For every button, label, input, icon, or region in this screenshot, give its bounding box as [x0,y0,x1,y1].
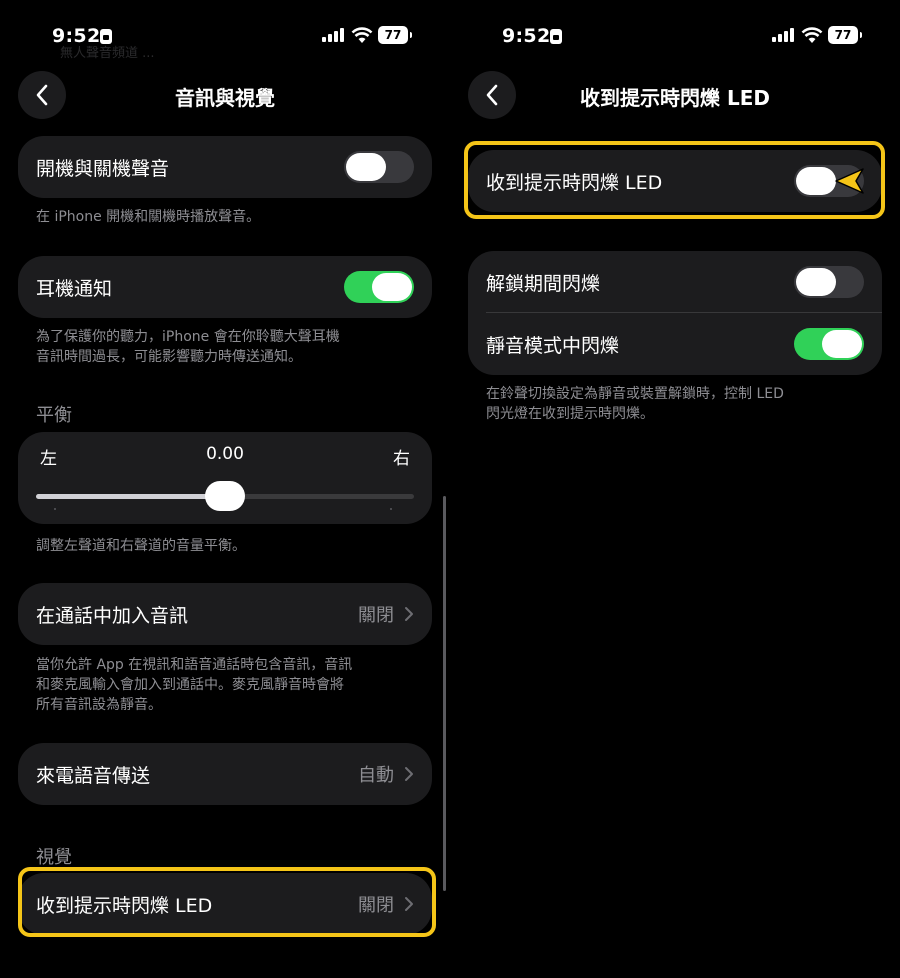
call-routing-row[interactable]: 來電語音傳送 自動 [18,743,432,805]
footer-line: 所有音訊設為靜音。 [36,697,162,713]
footer-line: 音訊時間過長，可能影響聽力時傳送通知。 [36,349,302,365]
balance-labels: 左 0.00 右 [40,444,410,469]
footer-line: 當你允許 App 在視訊和語音通話時包含音訊，音訊 [36,657,353,673]
startup-sound-toggle[interactable] [344,151,414,183]
footer-line: 和麥克風輸入會加入到通話中。麥克風靜音時會將 [36,677,344,693]
flash-unlocked-label: 解鎖期間閃爍 [486,272,601,295]
startup-sound-label: 開機與關機聲音 [36,157,170,180]
highlight-box [18,867,436,937]
clock: 9:52 [52,25,101,47]
headphone-notifications-toggle[interactable] [344,271,414,303]
toggle-knob [822,330,862,358]
toggle-knob [346,153,386,181]
headphone-notifications-group: 耳機通知 [18,256,432,318]
slider-tick [390,508,392,510]
headphone-notifications-footer: 為了保護你的聽力，iPhone 會在你聆聽大聲耳機 音訊時間過長，可能影響聽力時… [36,327,416,367]
balance-footer: 調整左聲道和右聲道的音量平衡。 [36,538,246,554]
page-title: 音訊與視覺 [175,86,275,110]
footer-line: 在鈴聲切換設定為靜音或裝置解鎖時，控制 LED [486,386,784,402]
flash-options-footer: 在鈴聲切換設定為靜音或裝置解鎖時，控制 LED 閃光燈在收到提示時閃爍。 [486,384,866,424]
call-routing-value: 自動 [358,765,394,786]
toggle-knob [372,273,412,301]
status-bar: 9:52 77 [0,22,450,52]
toggle-knob [796,268,836,296]
status-bar: 9:52 77 [450,22,900,52]
footer-line: 閃光燈在收到提示時閃爍。 [486,406,654,422]
balance-header: 平衡 [36,405,72,426]
call-audio-label: 在通話中加入音訊 [36,604,189,627]
battery-icon: 77 [378,26,412,44]
page-title: 收到提示時閃爍 LED [580,86,770,110]
headphone-notifications-label: 耳機通知 [36,277,113,300]
chevron-right-icon [405,607,413,621]
cellular-signal-icon [772,28,796,42]
balance-slider-thumb[interactable] [205,481,245,511]
balance-value: 0.00 [206,444,244,464]
startup-sound-row: 開機與關機聲音 [18,136,432,198]
call-audio-row[interactable]: 在通話中加入音訊 關閉 [18,583,432,645]
wifi-icon [801,27,823,43]
right-screen: 9:52 77 收到提示時閃爍 LED 收到提示時閃爍 LED 解鎖期間閃爍 靜… [450,0,900,978]
startup-sound-group: 開機與關機聲音 [18,136,432,198]
clock: 9:52 [502,25,551,47]
left-screen: 無人聲音頻道 ... 9:52 77 音訊與視覺 開機與關機聲音 在 iPhon… [0,0,450,978]
headphone-notifications-row: 耳機通知 [18,256,432,318]
call-routing-group: 來電語音傳送 自動 [18,743,432,805]
flash-unlocked-row: 解鎖期間閃爍 [468,251,882,313]
id-badge-icon [100,29,112,44]
flash-silent-label: 靜音模式中閃爍 [486,334,620,357]
call-audio-group: 在通話中加入音訊 關閉 [18,583,432,645]
wifi-icon [351,27,373,43]
call-audio-footer: 當你允許 App 在視訊和語音通話時包含音訊，音訊 和麥克風輸入會加入到通話中。… [36,655,416,715]
id-badge-icon [550,29,562,44]
chevron-right-icon [405,767,413,781]
cellular-signal-icon [322,28,346,42]
footer-line: 為了保護你的聽力，iPhone 會在你聆聽大聲耳機 [36,329,340,345]
balance-right-label: 右 [392,449,410,469]
flash-silent-row: 靜音模式中閃爍 [468,313,882,375]
flash-options-group: 解鎖期間閃爍 靜音模式中閃爍 [468,251,882,375]
flash-silent-toggle[interactable] [794,328,864,360]
call-routing-label: 來電語音傳送 [36,764,151,787]
flash-unlocked-toggle[interactable] [794,266,864,298]
balance-slider-fill [36,494,225,499]
balance-left-label: 左 [40,449,57,469]
startup-sound-footer: 在 iPhone 開機和關機時播放聲音。 [36,209,261,225]
slider-tick [54,508,56,510]
highlight-box [464,141,885,219]
call-audio-value: 關閉 [358,605,394,626]
battery-icon: 77 [828,26,862,44]
balance-group: 左 0.00 右 [18,432,432,524]
scrollbar[interactable] [443,496,446,891]
visual-header: 視覺 [36,847,72,868]
